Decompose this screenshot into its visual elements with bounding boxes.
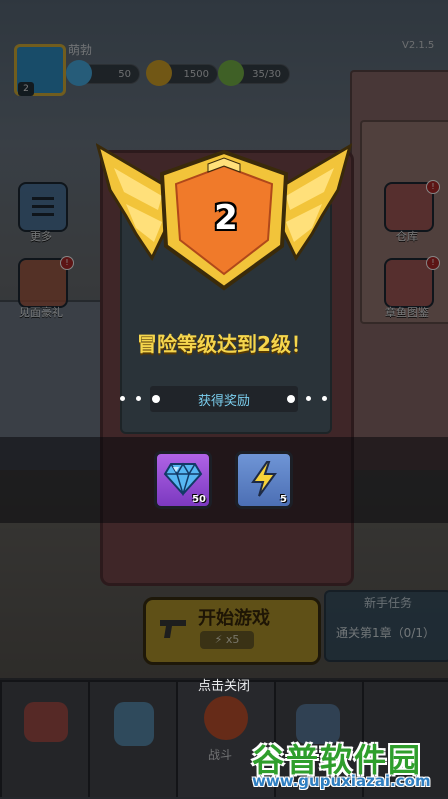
- tap-to-close-hint[interactable]: 点击关闭: [0, 675, 448, 694]
- reward-band: [0, 437, 448, 523]
- decor-dot: [322, 396, 327, 401]
- reward-item-energy[interactable]: 5: [235, 451, 293, 509]
- reward-item-gem[interactable]: 50: [154, 451, 212, 509]
- blue-gem-icon: [163, 462, 203, 496]
- decor-dot: [306, 396, 311, 401]
- lightning-icon: [251, 461, 277, 497]
- reward-gem-count: 50: [192, 494, 206, 505]
- decor-dot: [136, 396, 141, 401]
- watermark-url: www.gupuxiazai.com: [252, 772, 431, 790]
- decor-dot: [120, 396, 125, 401]
- reward-title: 获得奖励: [197, 394, 250, 409]
- level-up-message: 冒险等级达到2级！: [137, 332, 311, 356]
- reward-energy-count: 5: [280, 494, 287, 505]
- decor-dot: [152, 395, 160, 403]
- decor-dot: [287, 395, 295, 403]
- level-number: 2: [214, 198, 238, 238]
